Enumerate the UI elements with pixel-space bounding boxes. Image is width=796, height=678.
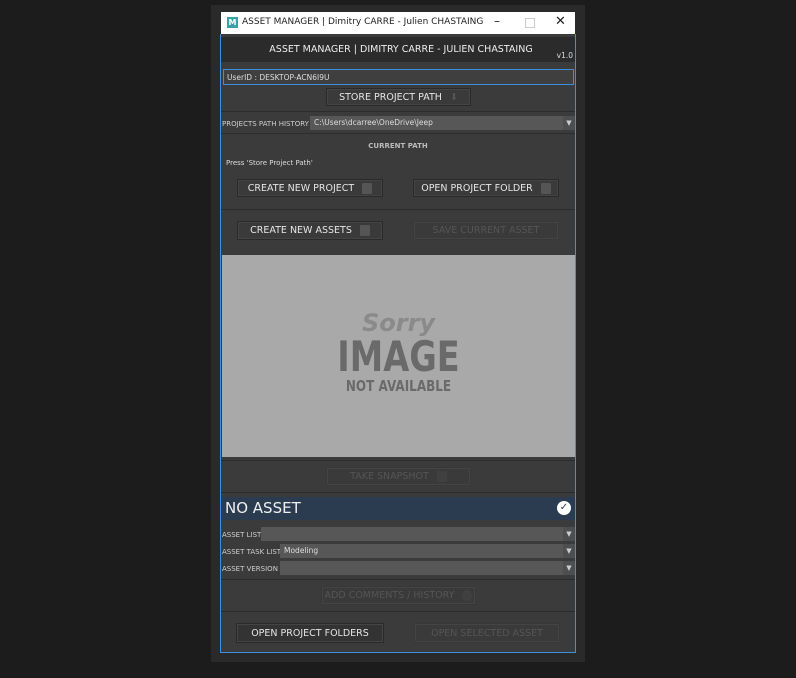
asset-task-value: Modeling <box>284 546 319 555</box>
path-history-value: C:\Users\dcarree\OneDrive\Jeep <box>314 118 433 127</box>
app-icon: M <box>227 17 238 28</box>
open-project-folders-label: OPEN PROJECT FOLDERS <box>251 627 369 639</box>
divider <box>221 209 575 210</box>
asset-version-dropdown[interactable]: ▼ <box>280 561 575 575</box>
asset-version-label: ASSET VERSION <box>222 565 278 573</box>
add-comments-button[interactable]: ADD COMMENTS / HISTORY <box>321 586 476 605</box>
window-title: ASSET MANAGER | Dimitry CARRE - Julien C… <box>242 17 484 27</box>
header-bar: ASSET MANAGER | DIMITRY CARRE - JULIEN C… <box>221 37 575 62</box>
comment-icon <box>462 590 473 601</box>
take-snapshot-label: TAKE SNAPSHOT <box>350 471 429 482</box>
chevron-down-icon: ▼ <box>563 527 575 541</box>
current-path-value: Press 'Store Project Path' <box>226 159 313 167</box>
preview-image-text: IMAGE <box>337 332 460 381</box>
asset-list-dropdown[interactable]: ▼ <box>261 527 575 541</box>
save-current-asset-button[interactable]: SAVE CURRENT ASSET <box>413 221 559 240</box>
chevron-down-icon: ▼ <box>563 561 575 575</box>
create-project-label: CREATE NEW PROJECT <box>247 182 355 194</box>
open-project-folders-button[interactable]: OPEN PROJECT FOLDERS <box>236 623 384 643</box>
chevron-down-icon: ▼ <box>563 116 575 130</box>
preview-not-available-text: NOT AVAILABLE <box>345 377 452 395</box>
open-project-folder-button[interactable]: OPEN PROJECT FOLDER <box>413 179 559 197</box>
asset-task-list-dropdown[interactable]: Modeling ▼ <box>280 544 575 558</box>
save-asset-label: SAVE CURRENT ASSET <box>432 225 540 236</box>
store-project-path-button[interactable]: STORE PROJECT PATH ⬇ <box>326 88 471 106</box>
asset-banner: NO ASSET ✓ <box>221 497 575 520</box>
create-new-project-button[interactable]: CREATE NEW PROJECT <box>237 179 383 197</box>
asset-task-list-label: ASSET TASK LIST <box>222 548 282 556</box>
camera-icon <box>436 471 447 482</box>
take-snapshot-button[interactable]: TAKE SNAPSHOT <box>326 467 471 486</box>
divider <box>221 133 575 134</box>
divider <box>221 579 575 580</box>
add-comments-label: ADD COMMENTS / HISTORY <box>324 590 455 601</box>
open-selected-asset-button[interactable]: OPEN SELECTED ASSET <box>414 623 560 643</box>
main-panel: ASSET MANAGER | DIMITRY CARRE - JULIEN C… <box>220 34 576 653</box>
current-path-label: CURRENT PATH <box>368 142 428 150</box>
create-assets-label: CREATE NEW ASSETS <box>250 225 352 236</box>
open-project-folder-label: OPEN PROJECT FOLDER <box>421 182 533 194</box>
divider <box>221 460 575 461</box>
close-button[interactable]: ✕ <box>555 14 566 29</box>
check-circle-icon[interactable]: ✓ <box>557 501 571 515</box>
download-arrow-icon: ⬇ <box>449 91 458 103</box>
divider <box>221 111 575 112</box>
divider <box>221 492 575 493</box>
title-bar: M ASSET MANAGER | Dimitry CARRE - Julien… <box>221 12 575 34</box>
path-history-dropdown[interactable]: C:\Users\dcarree\OneDrive\Jeep ▼ <box>310 116 575 130</box>
asset-name: NO ASSET <box>225 499 301 517</box>
folder-icon <box>540 182 551 194</box>
open-selected-asset-label: OPEN SELECTED ASSET <box>431 627 543 639</box>
maximize-button[interactable] <box>525 18 535 28</box>
path-history-label: PROJECTS PATH HISTORY <box>222 120 309 128</box>
create-new-assets-button[interactable]: CREATE NEW ASSETS <box>237 221 383 240</box>
folder-plus-icon <box>362 182 373 194</box>
user-id-field[interactable]: UserID : DESKTOP-ACN6I9U <box>223 69 574 85</box>
minimize-button[interactable]: – <box>494 14 500 28</box>
version-label: v1.0 <box>556 51 573 60</box>
store-button-label: STORE PROJECT PATH <box>339 91 442 103</box>
asset-list-label: ASSET LIST <box>222 531 262 539</box>
file-icon <box>359 225 370 236</box>
header-title: ASSET MANAGER | DIMITRY CARRE - JULIEN C… <box>269 44 533 55</box>
chevron-down-icon: ▼ <box>563 544 575 558</box>
divider <box>221 611 575 612</box>
asset-preview-image: Sorry IMAGE NOT AVAILABLE <box>222 255 575 457</box>
